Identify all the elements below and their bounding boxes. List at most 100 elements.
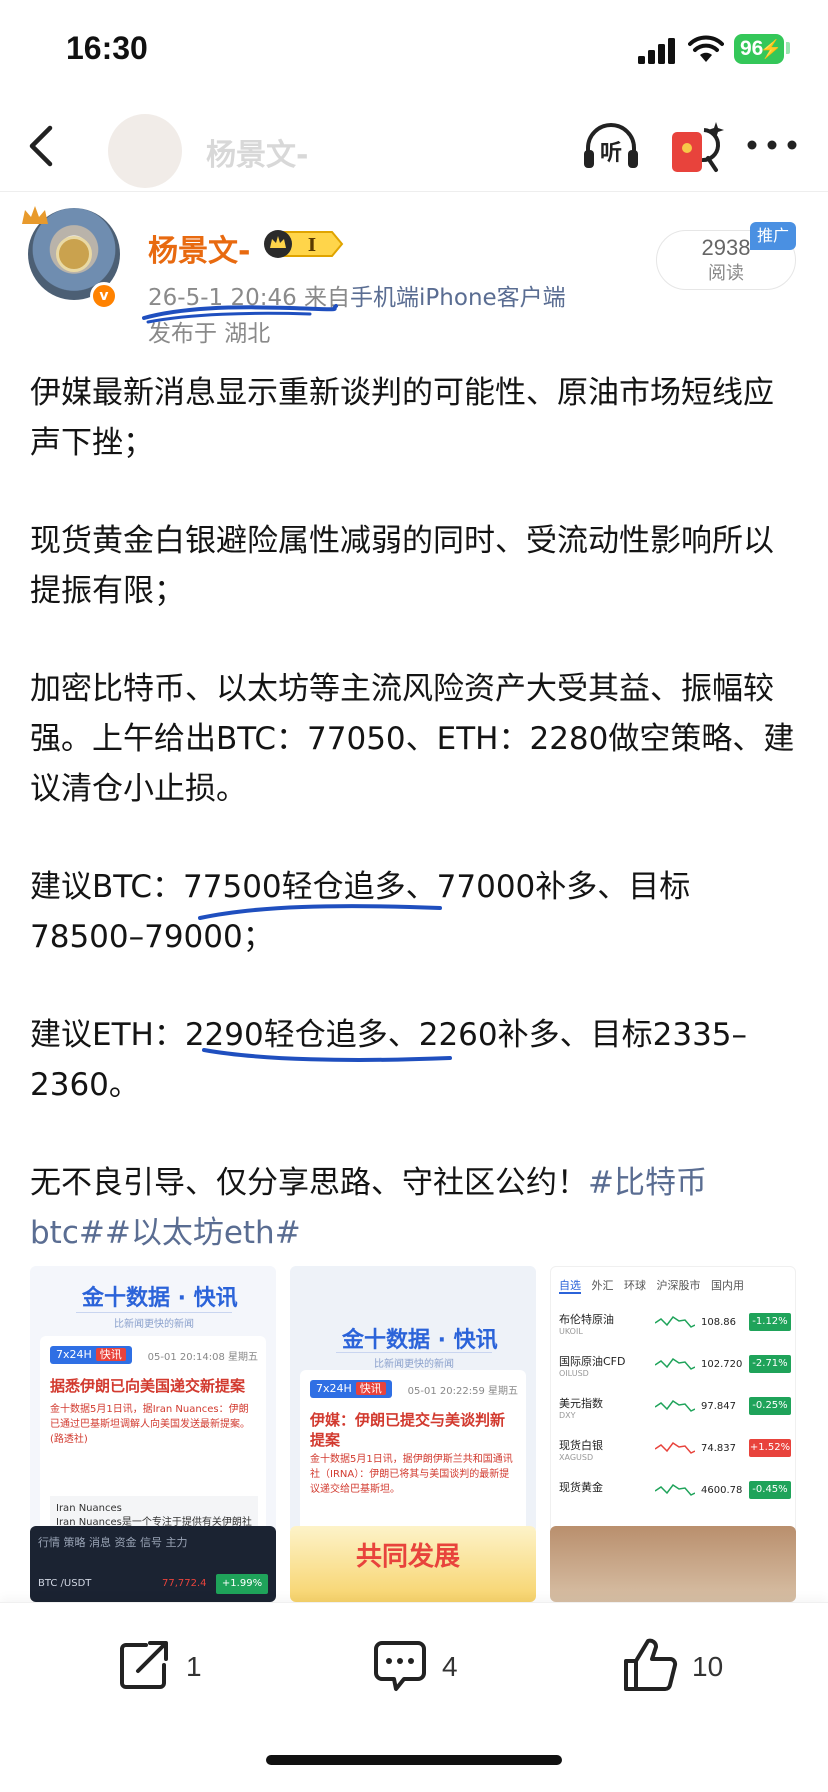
market-change: -0.45% (749, 1481, 791, 1499)
post-paragraph-2: 现货黄金白银避险属性减弱的同时、受流动性影响所以提振有限； (30, 523, 774, 609)
post-paragraph-6: 无不良引导、仅分享思路、守社区公约！#比特币btc##以太坊eth# (30, 1158, 800, 1258)
jin10-slogan: 比新闻更快的新闻 (336, 1352, 492, 1370)
sparkline-icon (655, 1399, 695, 1412)
comment-count: 4 (442, 1651, 458, 1682)
exchange-change: +1.99% (216, 1574, 268, 1594)
market-tab: 环球 (624, 1279, 646, 1292)
post-image-5[interactable]: 共同发展 (290, 1526, 536, 1602)
post-disclaimer: 无不良引导、仅分享思路、守社区公约！ (30, 1165, 588, 1201)
sparkline-icon (655, 1357, 695, 1370)
market-code: OILUSD (559, 1369, 589, 1378)
post-timestamp: 26-5-1 20:46 (148, 285, 297, 311)
market-tab: 外汇 (591, 1279, 614, 1292)
news-chip: 7x24H 快讯 (310, 1380, 392, 1398)
status-time: 16:30 (66, 30, 148, 66)
status-bar: 16:30 96 ⚡ (0, 0, 828, 100)
news-chip: 7x24H 快讯 (50, 1346, 132, 1364)
news-time: 05-01 20:14:08 星期五 (147, 1352, 258, 1363)
exchange-price: 77,772.4 (162, 1578, 207, 1589)
post-meta: 26-5-1 20:46 来自手机端iPhone客户端 (148, 278, 566, 312)
post-image-3[interactable]: 自选 外汇 环球 沪深股市 国内用 布伦特原油 UKOIL 108.86 -1.12%… (550, 1266, 796, 1534)
charging-bolt-icon: ⚡ (759, 39, 782, 59)
chip-tag: 快讯 (95, 1348, 126, 1361)
news-snippet: 金十数据5月1日讯，据Iran Nuances：伊朗已通过巴基斯坦调解人向美国发… (50, 1404, 250, 1445)
market-row: 现货白银 XAGUSD 74.837 +1.52% (559, 1433, 791, 1473)
post-paragraph-3: 加密比特币、以太坊等主流风险资产大受其益、振幅较强。上午给出BTC：77050、… (30, 671, 795, 807)
banner-text: 共同发展 (356, 1542, 461, 1572)
sparkline-icon (655, 1315, 695, 1328)
thumbs-up-icon (624, 1638, 678, 1691)
promote-badge[interactable]: 推广 (750, 222, 796, 250)
chip-label: 7x24H (56, 1348, 92, 1361)
market-name: 美元指数 (559, 1397, 603, 1410)
news-card: 7x24H 快讯 05-01 20:14:08 星期五 据悉伊朗已向美国递交新提案… (40, 1336, 266, 1534)
market-tab: 自选 (559, 1279, 581, 1294)
market-row: 美元指数 DXY 97.847 -0.25% (559, 1391, 791, 1431)
post-image-2[interactable]: 金十数据 · 快讯 比新闻更快的新闻 7x24H 快讯 05-01 20:22:5… (290, 1266, 536, 1534)
svg-text:听: 听 (600, 141, 622, 166)
market-price: 97.847 (701, 1401, 736, 1412)
post-image-6[interactable] (550, 1526, 796, 1602)
crown-icon (22, 206, 48, 224)
market-name: 现货黄金 (559, 1481, 603, 1494)
market-price: 108.86 (701, 1317, 736, 1328)
market-tabs: 自选 外汇 环球 沪深股市 国内用 (559, 1277, 744, 1294)
market-tab: 沪深股市 (656, 1279, 701, 1292)
battery-tip (786, 42, 790, 54)
action-bar: 1 4 10 (0, 1602, 828, 1792)
listen-headphones-icon[interactable]: 听 (580, 120, 642, 172)
bitcoin-coin-image (56, 236, 92, 272)
market-name: 布伦特原油 (559, 1313, 614, 1326)
market-name: 现货白银 (559, 1439, 603, 1452)
post-image-1[interactable]: 金十数据 · 快讯 比新闻更快的新闻 7x24H 快讯 05-01 20:14:0… (30, 1266, 276, 1534)
market-row: 布伦特原油 UKOIL 108.86 -1.12% (559, 1307, 791, 1347)
like-count: 10 (692, 1651, 724, 1682)
battery-indicator: 96 ⚡ (734, 34, 784, 64)
post-paragraph-4: 建议BTC：77500轻仓追多、77000补多、目标78500–79000； (30, 869, 691, 955)
exchange-symbol: BTC /USDT (38, 1578, 92, 1589)
sparkline-icon (655, 1441, 695, 1454)
post-source[interactable]: 手机端iPhone客户端 (350, 285, 566, 311)
jin10-logo: 金十数据 · 快讯 (342, 1328, 498, 1353)
source-box-title: Iran Nuances (56, 1503, 122, 1514)
market-row: 现货黄金 4600.78 -0.45% (559, 1475, 791, 1515)
market-change: -0.25% (749, 1397, 791, 1415)
sparkline-icon (655, 1483, 695, 1496)
share-icon (120, 1641, 168, 1689)
post-paragraph-5: 建议ETH：2290轻仓追多、2260补多、目标2335–2360。 (30, 1017, 748, 1103)
market-name: 国际原油CFD (559, 1355, 626, 1368)
post-body: 伊媒最新消息显示重新谈判的可能性、原油市场短线应声下挫； 现货黄金白银避险属性减… (30, 368, 800, 1306)
chip-label: 7x24H (316, 1382, 352, 1395)
news-headline: 据悉伊朗已向美国递交新提案 (50, 1377, 246, 1395)
red-envelope-icon[interactable] (668, 120, 724, 176)
news-card: 7x24H 快讯 05-01 20:22:59 星期五 伊媒：伊朗已提交与美谈判新… (300, 1370, 526, 1534)
market-tab: 国内用 (711, 1279, 744, 1292)
market-code: XAGUSD (559, 1453, 594, 1462)
read-label: 阅读 (708, 263, 744, 284)
exchange-tabs: 行情 策略 消息 资金 信号 主力 (38, 1536, 188, 1549)
author-name[interactable]: 杨景文- (148, 226, 250, 270)
vip-level-badge: I (264, 230, 344, 258)
market-change: -2.71% (749, 1355, 791, 1373)
nav-title: 杨景文- (206, 138, 309, 173)
market-price: 102.720 (701, 1359, 743, 1370)
market-code: DXY (559, 1411, 576, 1420)
verified-badge-icon: v (90, 282, 118, 310)
cellular-signal-icon (638, 38, 675, 64)
chip-tag: 快讯 (355, 1382, 386, 1395)
source-prefix: 来自 (304, 285, 351, 311)
more-options-icon[interactable] (744, 130, 800, 160)
nav-bar: 杨景文- 听 (0, 100, 828, 192)
comment-icon (374, 1641, 426, 1691)
back-arrow-icon[interactable] (22, 122, 62, 170)
market-price: 74.837 (701, 1443, 736, 1454)
market-row: 国际原油CFD OILUSD 102.720 -2.71% (559, 1349, 791, 1389)
market-price: 4600.78 (701, 1485, 743, 1496)
jin10-slogan: 比新闻更快的新闻 (76, 1312, 232, 1330)
post-paragraph-1: 伊媒最新消息显示重新谈判的可能性、原油市场短线应声下挫； (30, 375, 774, 461)
vip-level-text: I (308, 235, 316, 256)
news-time: 05-01 20:22:59 星期五 (407, 1386, 518, 1397)
nav-avatar[interactable] (108, 114, 182, 188)
post-image-4[interactable]: 行情 策略 消息 资金 信号 主力 BTC /USDT 77,772.4 +1.… (30, 1526, 276, 1602)
market-change: -1.12% (749, 1313, 791, 1331)
